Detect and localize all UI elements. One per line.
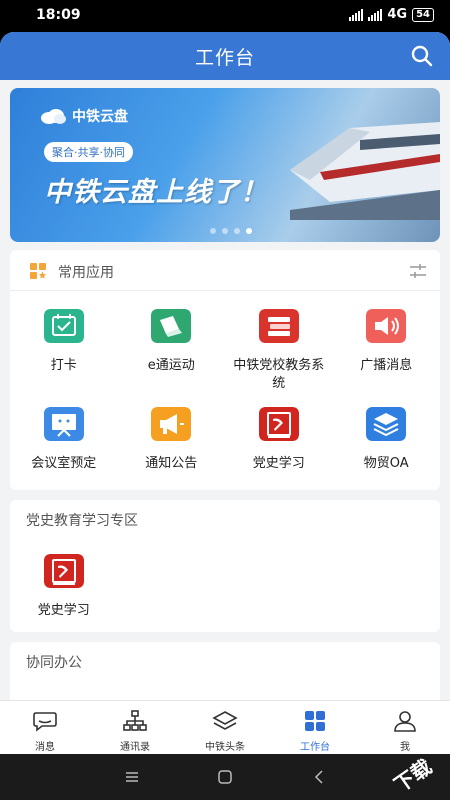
tab-workbench[interactable]: 工作台 — [270, 701, 360, 754]
app-meeting-room[interactable]: 会议室预定 — [10, 407, 118, 505]
app-label: 党史学习 — [252, 456, 305, 471]
app-label: 物贸OA — [363, 456, 409, 471]
collab-office-header: 协同办公 — [10, 642, 440, 678]
common-apps-title: 常用应用 — [58, 265, 114, 281]
banner-headline: 中铁云盘上线了！ — [44, 177, 268, 208]
app-party-school[interactable]: 中铁党校教务系统 — [225, 309, 333, 407]
party-education-title: 党史教育学习专区 — [26, 513, 138, 529]
banner-tagline: 聚合·共享·协同 — [44, 142, 133, 162]
banner-brand: 中铁云盘 — [40, 106, 128, 126]
network-type: 4G — [387, 7, 408, 22]
party-education-card: 党史教育学习专区 党史学习 — [10, 500, 440, 632]
tab-messages[interactable]: 消息 — [0, 701, 90, 754]
layers-outline-icon — [212, 711, 238, 730]
system-nav-bar — [0, 754, 450, 800]
app-label: 中铁党校教务系统 — [233, 358, 325, 391]
status-time: 18:09 — [36, 7, 81, 23]
app-punch-in[interactable]: 打卡 — [10, 309, 118, 407]
tab-me[interactable]: 我 — [360, 701, 450, 754]
page-title: 工作台 — [194, 47, 255, 69]
carousel-dot[interactable] — [210, 228, 216, 234]
app-notice[interactable]: 通知公告 — [118, 407, 226, 505]
home-icon[interactable] — [218, 770, 232, 784]
running-shoe-icon — [151, 309, 192, 343]
banner-brand-text: 中铁云盘 — [72, 109, 128, 125]
layers-icon — [366, 407, 407, 441]
org-chart-icon — [123, 710, 147, 731]
speaker-icon — [366, 309, 407, 343]
presentation-icon — [43, 407, 84, 441]
sort-settings-icon[interactable] — [410, 264, 426, 278]
app-label: e通运动 — [147, 358, 195, 373]
common-apps-header: 常用应用 — [10, 250, 440, 290]
common-apps-card: 常用应用 打卡 e通运动 中铁党校教务系统 广播消息 会议室预定 通知公告 党史… — [10, 250, 440, 490]
app-trade-oa[interactable]: 物贸OA — [333, 407, 441, 505]
carousel-dot[interactable] — [234, 228, 240, 234]
app-broadcast[interactable]: 广播消息 — [333, 309, 441, 407]
search-icon[interactable] — [410, 44, 434, 68]
collab-office-title: 协同办公 — [26, 655, 82, 671]
signal-icon-2 — [368, 8, 383, 21]
grid-icon — [305, 711, 325, 731]
tab-label: 中铁头条 — [205, 742, 245, 753]
app-header: 工作台 — [0, 32, 450, 80]
user-icon — [394, 711, 416, 732]
app-label: 党史学习 — [37, 603, 90, 618]
signal-icon — [349, 8, 364, 21]
app-party-history[interactable]: 党史学习 — [10, 554, 118, 652]
app-label: 会议室预定 — [31, 456, 97, 471]
status-bar: 18:09 4G 54 — [0, 0, 450, 32]
tab-label: 通讯录 — [120, 742, 150, 753]
tab-label: 我 — [400, 742, 410, 753]
party-education-grid: 党史学习 — [10, 534, 440, 652]
menu-icon[interactable] — [125, 770, 139, 784]
back-icon[interactable] — [312, 770, 326, 784]
cloud-logo-icon — [41, 109, 66, 124]
carousel-indicator — [210, 228, 252, 234]
promo-banner[interactable]: 中铁云盘 聚合·共享·协同 中铁云盘上线了！ — [10, 88, 440, 242]
app-e-sport[interactable]: e通运动 — [118, 309, 226, 407]
app-screen: 工作台 中铁云盘 聚合·共享·协同 中铁云盘上线了！ 常用应用 打卡 e通运动 … — [0, 32, 450, 754]
common-apps-grid: 打卡 e通运动 中铁党校教务系统 广播消息 会议室预定 通知公告 党史学习 物贸… — [10, 291, 440, 505]
books-icon — [258, 309, 299, 343]
party-book-icon — [43, 554, 84, 588]
megaphone-icon — [151, 407, 192, 441]
chat-icon — [33, 712, 57, 732]
app-label: 广播消息 — [360, 358, 413, 373]
tab-label: 工作台 — [300, 742, 330, 753]
tab-contacts[interactable]: 通讯录 — [90, 701, 180, 754]
tab-headlines[interactable]: 中铁头条 — [180, 701, 270, 754]
carousel-dot[interactable] — [222, 228, 228, 234]
status-indicators: 4G 54 — [349, 7, 434, 22]
train-image — [290, 122, 440, 220]
calendar-check-icon — [43, 309, 84, 343]
tab-label: 消息 — [35, 742, 55, 753]
apps-grid-icon — [30, 263, 46, 279]
party-book-icon — [258, 407, 299, 441]
app-label: 打卡 — [50, 358, 77, 373]
party-education-header: 党史教育学习专区 — [10, 500, 440, 534]
app-label: 通知公告 — [145, 456, 198, 471]
bottom-tab-bar: 消息 通讯录 中铁头条 工作台 我 — [0, 700, 450, 754]
battery-icon: 54 — [412, 7, 434, 22]
carousel-dot-active[interactable] — [246, 228, 252, 234]
app-party-history[interactable]: 党史学习 — [225, 407, 333, 505]
